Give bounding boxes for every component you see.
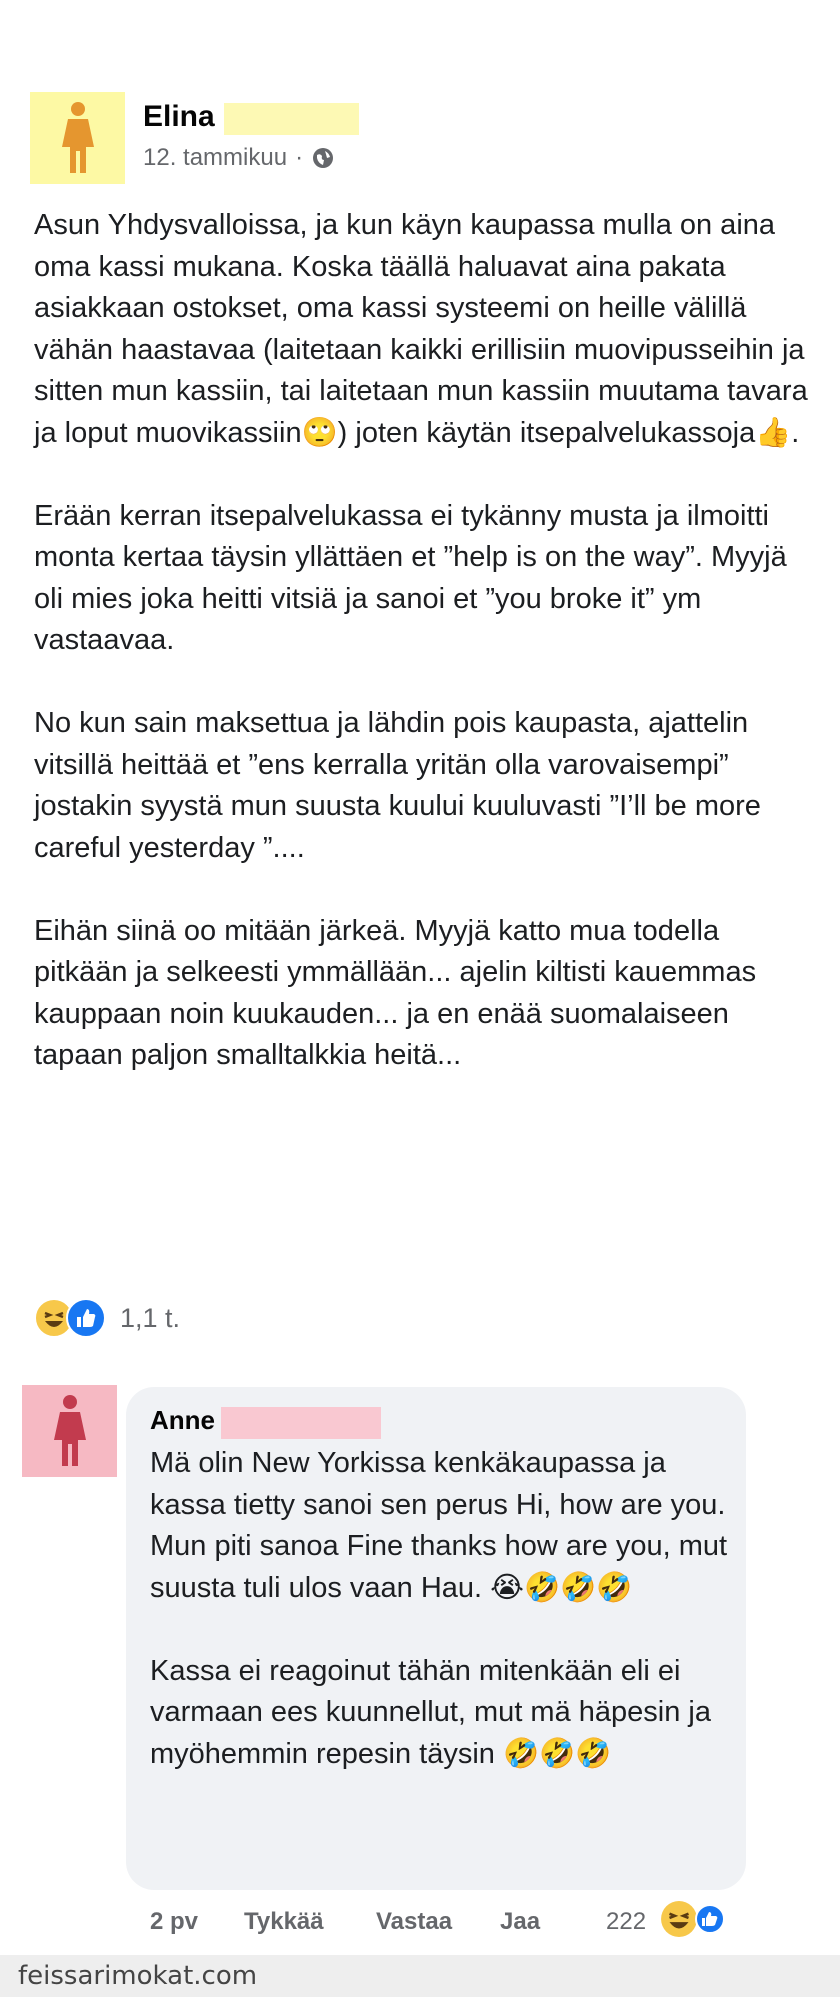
- name-redaction: [221, 1407, 381, 1439]
- name-redaction: [224, 103, 359, 135]
- comment-actions: 2 pv Tykkää Vastaa Jaa 222: [150, 1900, 750, 1942]
- comment-reaction-count[interactable]: 222: [606, 1908, 646, 1936]
- comment-reactions[interactable]: [660, 1900, 725, 1938]
- comment-text: Mä olin New Yorkissa kenkäkaupassa ja ka…: [150, 1443, 730, 1817]
- post-body: Asun Yhdysvalloissa, ja kun käyn kaupass…: [34, 205, 814, 1118]
- haha-reaction-icon: [661, 1901, 697, 1937]
- comment-paragraph: Mä olin New Yorkissa kenkäkaupassa ja ka…: [150, 1447, 728, 1604]
- comment-paragraph: Kassa ei reagoinut tähän mitenkään eli e…: [150, 1654, 711, 1770]
- post-paragraph: No kun sain maksettua ja lähdin pois kau…: [34, 707, 761, 864]
- like-reaction-icon: [66, 1298, 106, 1338]
- globe-icon: [313, 148, 334, 168]
- footer-bar: feissarimokat.com: [0, 1955, 840, 1997]
- comment-bubble: Anne Mä olin New Yorkissa kenkäkaupassa …: [126, 1387, 746, 1890]
- post-paragraph: Eihän siinä oo mitään järkeä. Myyjä katt…: [34, 914, 757, 1072]
- like-reaction-icon: [694, 1904, 725, 1934]
- reaction-count: 1,1 t.: [120, 1302, 181, 1333]
- author-name[interactable]: Elina: [143, 100, 215, 134]
- reply-button[interactable]: Vastaa: [376, 1908, 452, 1936]
- author-avatar[interactable]: [30, 92, 125, 184]
- share-button[interactable]: Jaa: [500, 1908, 540, 1936]
- commenter-avatar[interactable]: [22, 1385, 117, 1477]
- post-paragraph: Asun Yhdysvalloissa, ja kun käyn kaupass…: [34, 209, 808, 449]
- watermark: feissarimokat.com: [18, 1961, 258, 1991]
- commenter-name[interactable]: Anne: [150, 1405, 215, 1436]
- post-header: Elina 12. tammikuu ·: [30, 92, 810, 184]
- comment-time[interactable]: 2 pv: [150, 1908, 198, 1936]
- post-meta: 12. tammikuu ·: [143, 144, 335, 172]
- meta-separator: ·: [295, 144, 304, 171]
- post-reactions[interactable]: 1,1 t.: [34, 1298, 180, 1338]
- person-icon: [53, 1395, 86, 1466]
- like-button[interactable]: Tykkää: [244, 1908, 324, 1936]
- post-paragraph: Erään kerran itsepalvelukassa ei tykänny…: [34, 499, 787, 657]
- person-icon: [61, 102, 94, 173]
- post-date[interactable]: 12. tammikuu: [143, 144, 287, 172]
